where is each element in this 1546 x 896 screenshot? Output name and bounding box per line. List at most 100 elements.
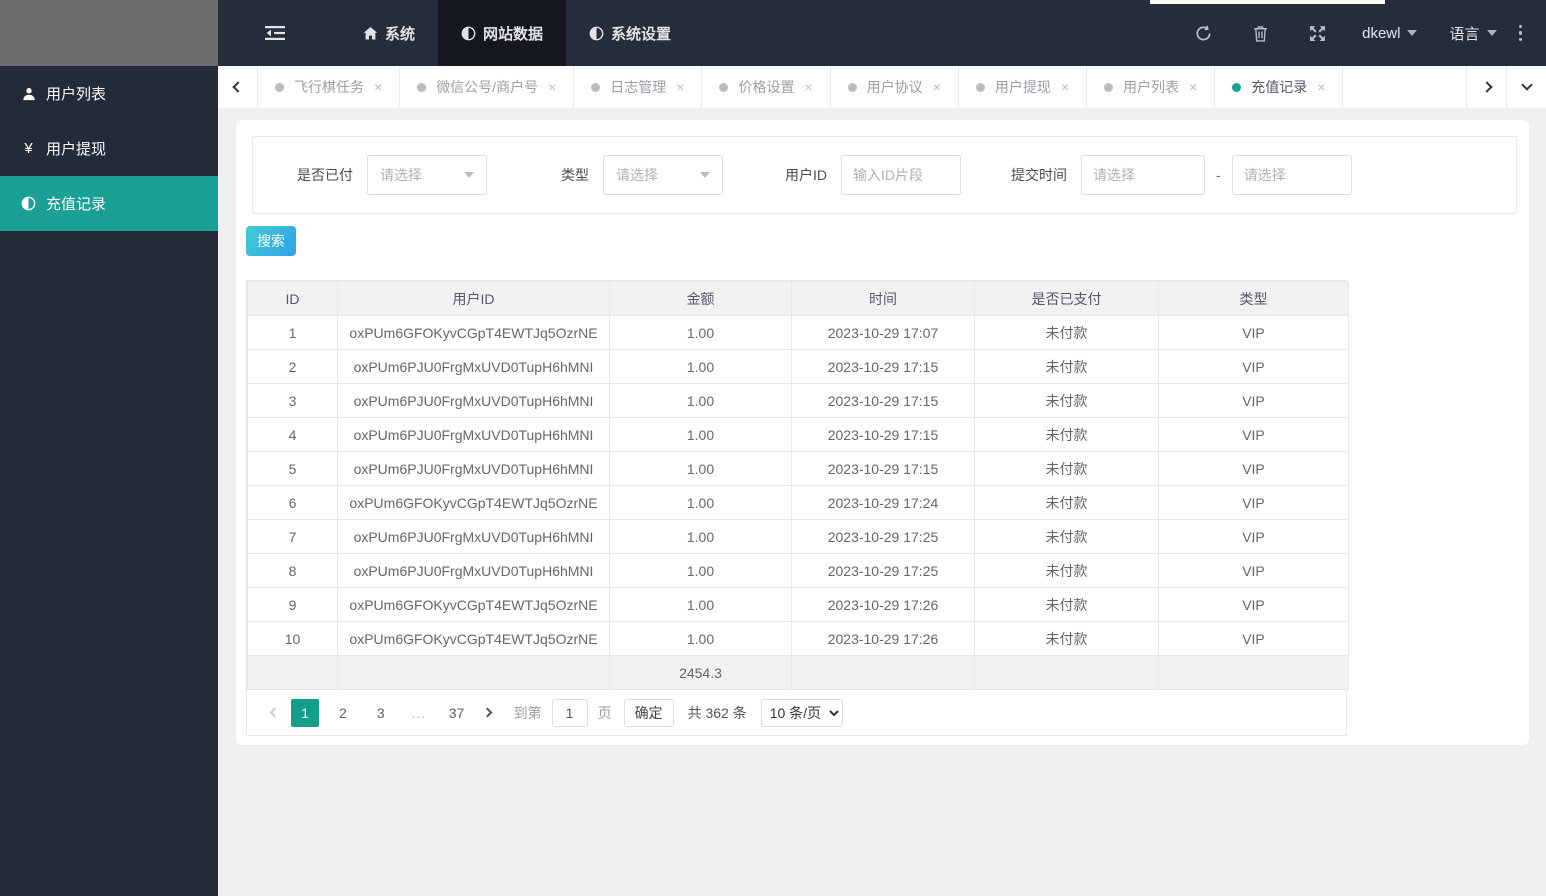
chevron-down-icon (464, 172, 474, 178)
nav-label: 网站数据 (483, 25, 544, 43)
prev-page-button[interactable] (260, 699, 288, 727)
submit-time-to-input[interactable] (1231, 155, 1352, 195)
type-filter-select[interactable]: 请选择 (603, 155, 723, 195)
tabs-scroll-left-button[interactable] (218, 66, 258, 108)
tab-close-icon[interactable]: × (374, 79, 382, 95)
fullscreen-icon[interactable] (1289, 25, 1346, 42)
content-card: 是否已付 请选择 类型 请选择 用户ID 输入ID片段 提交时间 请选择 - 请… (236, 120, 1529, 745)
tab-close-icon[interactable]: × (1061, 79, 1069, 95)
yen-icon: ¥ (24, 140, 33, 157)
paid-filter-select[interactable]: 请选择 (367, 155, 487, 195)
cell-user-id: oxPUm6GFOKyvCGpT4EWTJq5OzrNE (337, 621, 610, 656)
page-buttons: 1 2 3 ... 37 (288, 698, 474, 727)
tab[interactable]: 微信公号/商户号 × (400, 66, 575, 108)
chevron-down-icon (1486, 30, 1497, 36)
cell-paid-status: 未付款 (974, 621, 1159, 656)
chevron-right-icon (482, 707, 493, 718)
tab-label: 价格设置 (738, 79, 795, 95)
tab-close-icon[interactable]: × (1189, 79, 1197, 95)
tab-status-dot-icon (847, 82, 857, 92)
sidebar-item-user-list[interactable]: 用户列表 (0, 66, 218, 121)
sidebar: 用户列表 ¥ 用户提现 充值记录 (0, 0, 218, 896)
tab[interactable]: 价格设置 × (702, 66, 831, 108)
cell-paid-status: 未付款 (974, 383, 1159, 418)
search-button[interactable]: 搜索 (246, 226, 296, 256)
nav-item-site-data[interactable]: 网站数据 (438, 0, 567, 66)
topbar-right: dkewl 语言 (1175, 23, 1546, 44)
cell-amount: 1.00 (609, 349, 792, 384)
tab-label: 飞行棋任务 (294, 79, 364, 95)
tab[interactable]: 飞行棋任务 × (258, 66, 401, 108)
goto-page-input[interactable] (551, 698, 588, 727)
table-row: 4 oxPUm6PJU0FrgMxUVD0TupH6hMNI 1.00 2023… (247, 417, 1349, 452)
table-row: 9 oxPUm6GFOKyvCGpT4EWTJq5OzrNE 1.00 2023… (247, 587, 1349, 622)
tab-close-icon[interactable]: × (804, 79, 812, 95)
tab-close-icon[interactable]: × (676, 79, 684, 95)
table-header-row: ID 用户ID 金额 时间 是否已支付 类型 (247, 281, 1349, 316)
submit-time-from-input[interactable] (1081, 155, 1205, 195)
submit-time-filter-group: 提交时间 - (1011, 155, 1352, 195)
paid-filter-group: 是否已付 请选择 (297, 155, 487, 195)
sidebar-item-recharge-records[interactable]: 充值记录 (0, 176, 218, 231)
type-filter-label: 类型 (561, 167, 589, 183)
tabs-scroll-right-button[interactable] (1466, 66, 1506, 108)
language-menu[interactable]: 语言 (1433, 23, 1512, 44)
cell-paid-status: 未付款 (974, 417, 1159, 452)
goto-confirm-button[interactable]: 确定 (623, 698, 674, 727)
user-id-filter-group: 用户ID (785, 155, 961, 195)
tab-status-dot-icon (1104, 82, 1114, 92)
chevron-left-icon (231, 81, 244, 93)
refresh-icon[interactable] (1175, 25, 1232, 42)
cell-user-id: oxPUm6GFOKyvCGpT4EWTJq5OzrNE (337, 587, 610, 622)
nav-item-system[interactable]: 系统 (340, 0, 438, 66)
page-number-button[interactable]: ... (405, 699, 433, 727)
page-number-button[interactable]: 2 (329, 699, 357, 727)
cell-time: 2023-10-29 17:15 (791, 383, 975, 418)
more-menu-kebab-icon[interactable] (1513, 24, 1533, 42)
cell-id: 1 (247, 315, 338, 350)
cell-paid-status: 未付款 (974, 315, 1159, 350)
tab-status-dot-icon (417, 82, 427, 92)
sidebar-toggle-outdent-icon[interactable] (265, 25, 285, 41)
tab[interactable]: 充值记录 × (1215, 66, 1344, 108)
user-id-input[interactable] (841, 155, 961, 195)
tab-close-icon[interactable]: × (548, 79, 556, 95)
summary-empty-cell (974, 655, 1159, 690)
cell-user-id: oxPUm6PJU0FrgMxUVD0TupH6hMNI (337, 349, 610, 384)
trash-icon[interactable] (1232, 25, 1289, 42)
username: dkewl (1362, 24, 1401, 42)
cell-id: 3 (247, 383, 338, 418)
chevron-down-icon (700, 172, 710, 178)
cell-time: 2023-10-29 17:15 (791, 349, 975, 384)
page-number-button[interactable]: 3 (367, 699, 395, 727)
tab-status-dot-icon (591, 82, 601, 92)
user-menu[interactable]: dkewl (1346, 25, 1433, 42)
tab-close-icon[interactable]: × (933, 79, 941, 95)
tab[interactable]: 日志管理 × (574, 66, 703, 108)
cell-type: VIP (1158, 485, 1349, 520)
tab[interactable]: 用户提现 × (958, 66, 1088, 108)
tab[interactable]: 用户协议 × (830, 66, 959, 108)
page-number-button[interactable]: 1 (291, 698, 319, 727)
tab[interactable]: 用户列表 × (1087, 66, 1216, 108)
tab-status-dot-icon (719, 82, 729, 92)
cell-paid-status: 未付款 (974, 349, 1159, 384)
sidebar-item-user-withdraw[interactable]: ¥ 用户提现 (0, 121, 218, 176)
cell-amount: 1.00 (609, 315, 792, 350)
chevron-down-icon (1520, 79, 1533, 91)
next-page-button[interactable] (474, 699, 502, 727)
cell-time: 2023-10-29 17:15 (791, 451, 975, 486)
user-icon (20, 87, 37, 101)
tab-status-dot-icon (275, 82, 284, 92)
table-row: 2 oxPUm6PJU0FrgMxUVD0TupH6hMNI 1.00 2023… (247, 349, 1349, 384)
tabs-collapse-button[interactable] (1506, 66, 1546, 108)
goto-page-prefix: 到第 (513, 704, 542, 721)
tab-close-icon[interactable]: × (1317, 79, 1325, 95)
nav-label: 系统设置 (611, 25, 672, 43)
page-size-select[interactable]: 10 条/页 (760, 698, 843, 727)
cell-amount: 1.00 (609, 553, 792, 588)
cell-amount: 1.00 (609, 485, 792, 520)
page-number-button[interactable]: 37 (443, 699, 471, 727)
paid-filter-value: 请选择 (380, 167, 422, 183)
nav-item-system-settings[interactable]: 系统设置 (566, 0, 694, 66)
